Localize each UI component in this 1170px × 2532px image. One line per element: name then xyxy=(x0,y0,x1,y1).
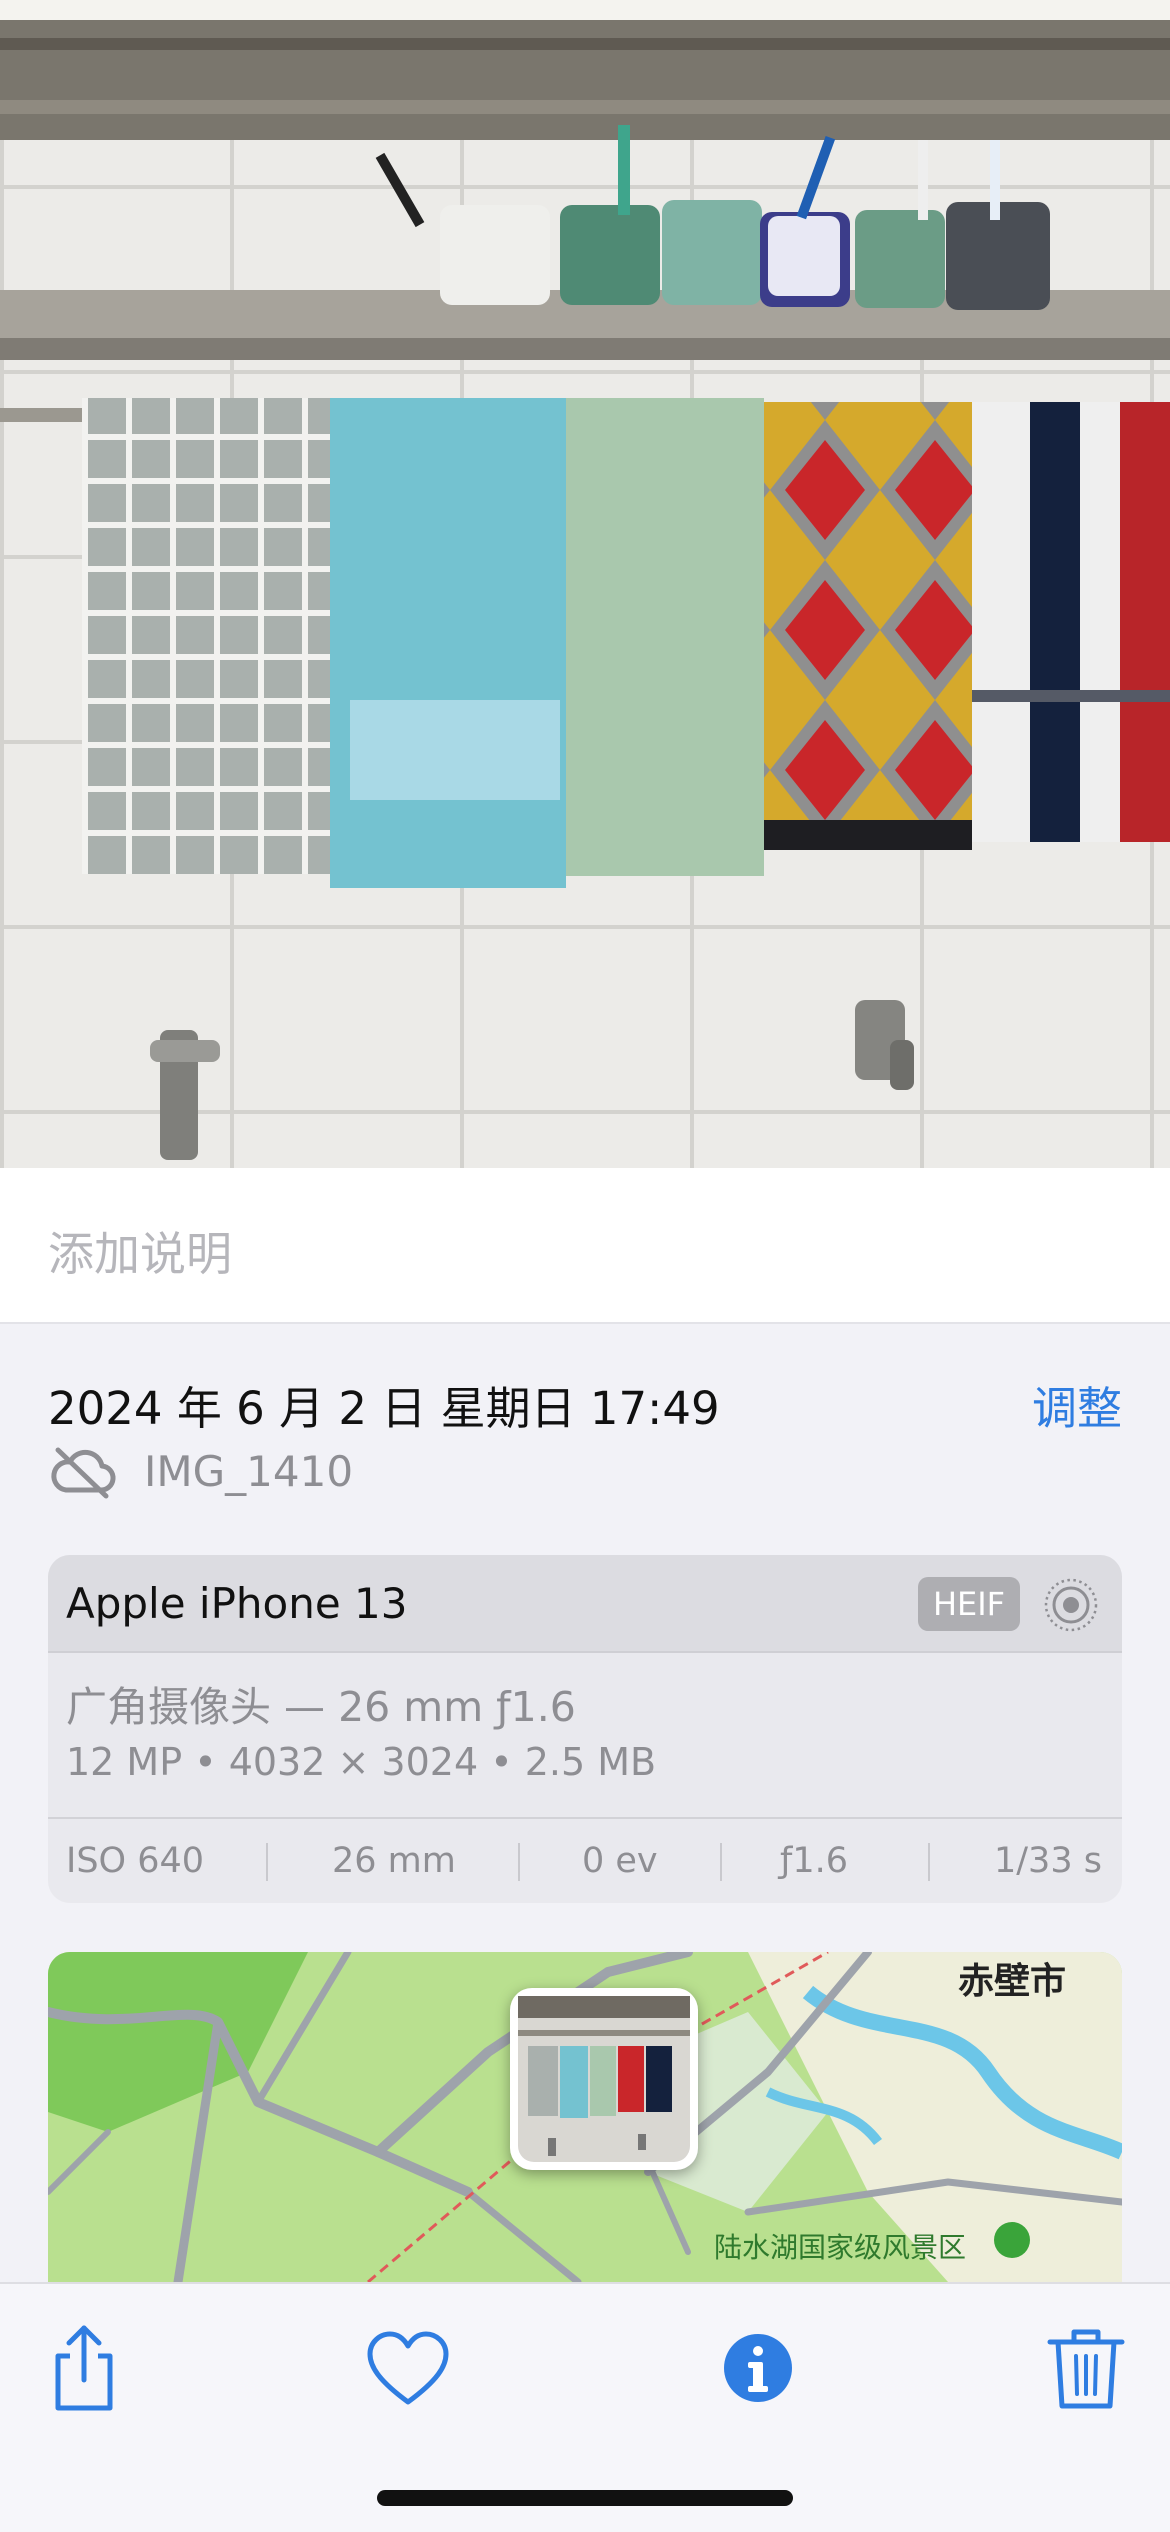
lens-info: 广角摄像头 — 26 mm ƒ1.6 xyxy=(66,1683,576,1731)
share-button[interactable] xyxy=(34,2318,134,2418)
photo-view[interactable] xyxy=(0,0,1170,1168)
exif-focal-length: 26 mm xyxy=(332,1841,456,1881)
info-icon xyxy=(724,2334,792,2402)
live-photo-icon xyxy=(1044,1578,1098,1632)
home-indicator[interactable] xyxy=(377,2490,793,2506)
exif-row: ISO 640 26 mm 0 ev ƒ1.6 1/33 s xyxy=(48,1817,1122,1903)
share-icon xyxy=(55,2325,113,2411)
camera-card-header: Apple iPhone 13 HEIF xyxy=(48,1555,1122,1653)
exif-divider xyxy=(266,1843,268,1881)
exif-iso: ISO 640 xyxy=(66,1841,205,1881)
trash-icon xyxy=(1047,2329,1125,2409)
image-specs: 12 MP • 4032 × 3024 • 2.5 MB xyxy=(66,1740,657,1784)
camera-info-card: Apple iPhone 13 HEIF 广角摄像头 — 26 mm ƒ1.6 … xyxy=(48,1555,1122,1903)
park-icon xyxy=(994,2222,1030,2258)
thumbnail-image xyxy=(518,1996,690,2162)
exif-shutter-speed: 1/33 s xyxy=(994,1841,1102,1881)
format-badge: HEIF xyxy=(918,1577,1020,1631)
cloud-off-icon xyxy=(51,1447,116,1499)
map-park-label: 陆水湖国家级风景区 xyxy=(714,2231,967,2264)
favorite-button[interactable] xyxy=(358,2318,458,2418)
capture-datetime: 2024 年 6 月 2 日 星期日 17:49 xyxy=(48,1382,720,1435)
adjust-datetime-button[interactable]: 调整 xyxy=(1032,1372,1122,1437)
device-name: Apple iPhone 13 xyxy=(66,1579,408,1628)
map-city-label: 赤壁市 xyxy=(958,1961,1067,2002)
exif-aperture: ƒ1.6 xyxy=(780,1841,848,1881)
photo-image xyxy=(0,0,1170,1168)
info-button[interactable] xyxy=(708,2318,808,2418)
map-photo-thumbnail[interactable] xyxy=(510,1988,698,2170)
caption-field[interactable]: 添加说明 xyxy=(0,1168,1170,1324)
file-name: IMG_1410 xyxy=(144,1447,354,1496)
caption-placeholder[interactable]: 添加说明 xyxy=(48,1218,232,1284)
location-map[interactable]: 赤壁市 陆水湖国家级风景区 xyxy=(48,1952,1122,2282)
exif-exposure-bias: 0 ev xyxy=(582,1841,658,1881)
exif-divider xyxy=(518,1843,520,1881)
delete-button[interactable] xyxy=(1036,2318,1136,2418)
exif-divider xyxy=(928,1843,930,1881)
exif-divider xyxy=(720,1843,722,1881)
heart-icon xyxy=(367,2331,449,2405)
